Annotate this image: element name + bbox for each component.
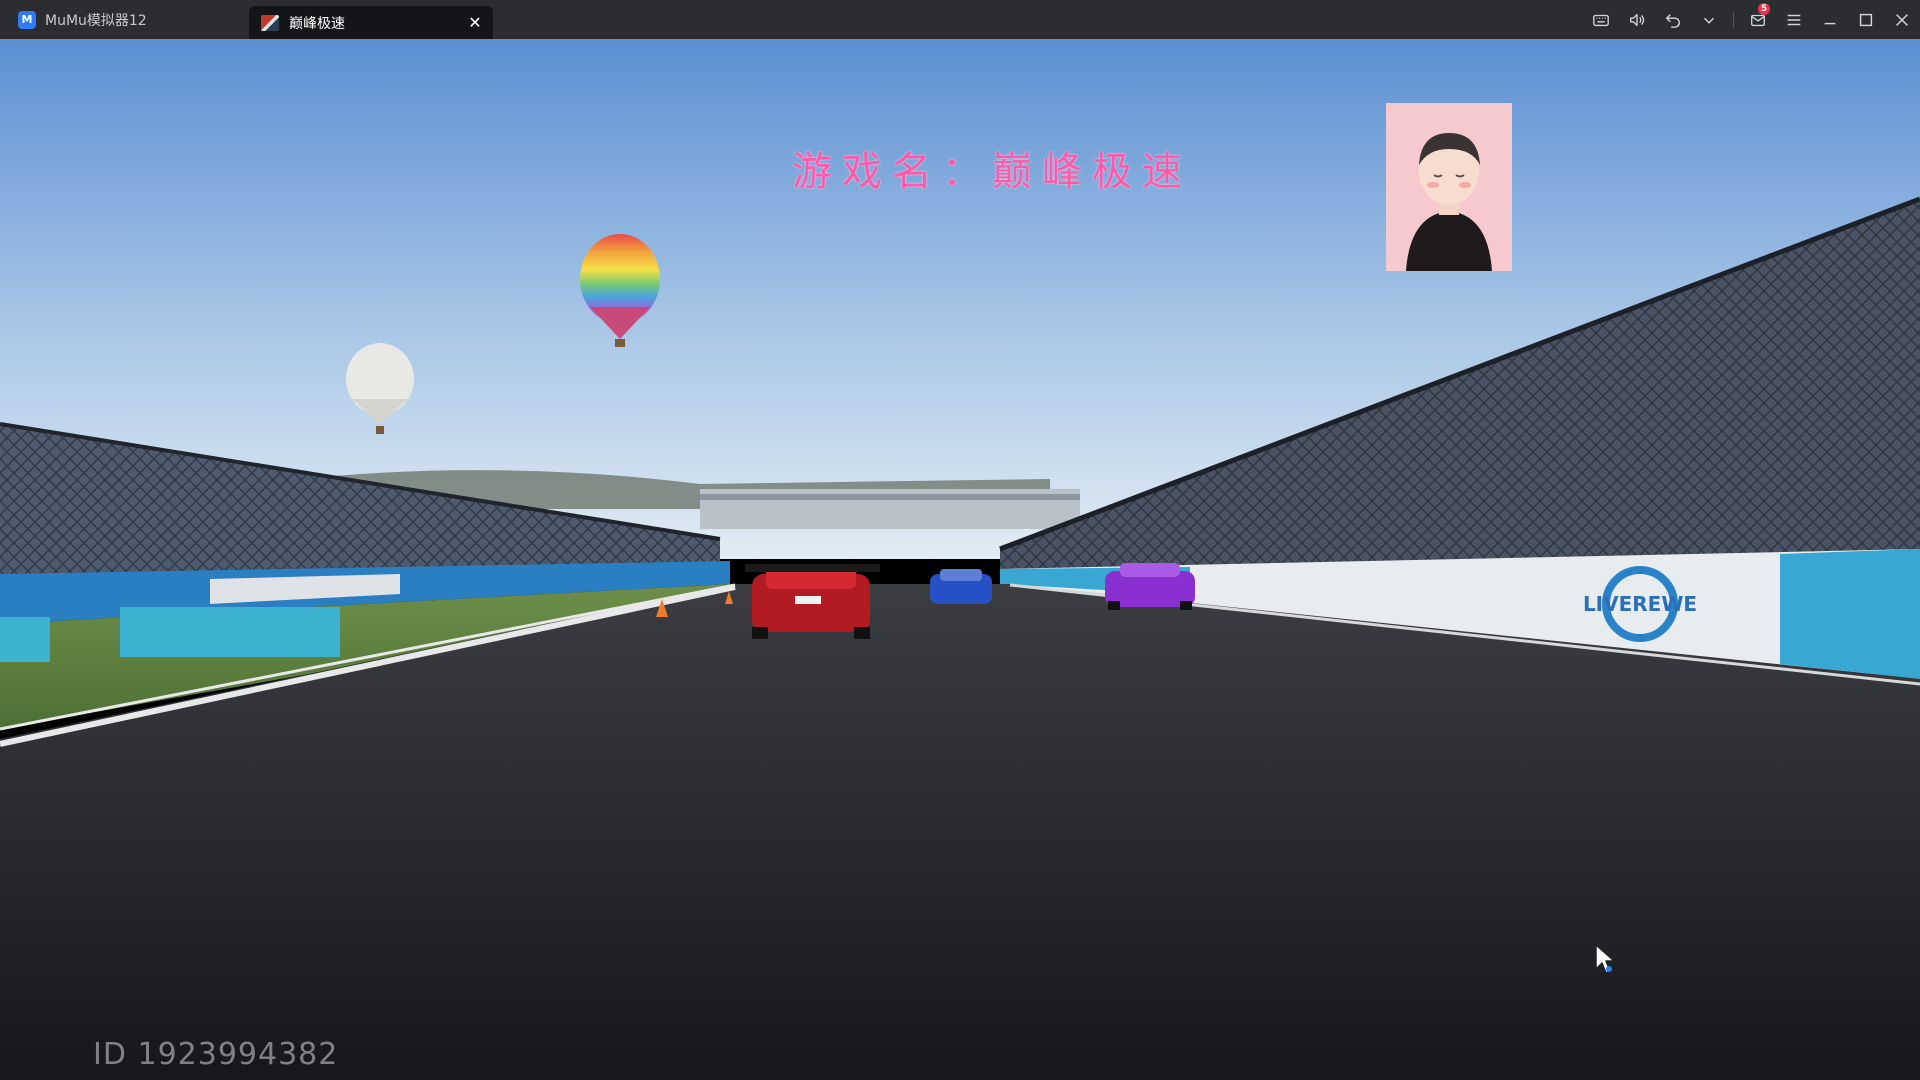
streamer-avatar	[1386, 103, 1512, 271]
mail-icon[interactable]: 5	[1740, 0, 1776, 39]
emulator-title-bar: M MuMu模拟器12 巅峰极速 ✕ 5	[0, 0, 1920, 39]
title-bar-toolbar: 5	[1583, 0, 1920, 39]
toolbar-divider	[1733, 11, 1734, 28]
tab-game[interactable]: 巅峰极速 ✕	[249, 6, 493, 39]
minimize-icon[interactable]	[1812, 0, 1848, 39]
volume-icon[interactable]	[1619, 0, 1655, 39]
keyboard-icon[interactable]	[1583, 0, 1619, 39]
game-name-overlay: 游戏名：巅峰极速	[792, 149, 1192, 195]
chevron-down-icon[interactable]	[1691, 0, 1727, 39]
tab-label: MuMu模拟器12	[45, 12, 147, 29]
tab-mumu-home[interactable]: M MuMu模拟器12	[0, 0, 248, 39]
mumu-logo-icon: M	[18, 10, 36, 29]
back-icon[interactable]	[1655, 0, 1691, 39]
maximize-icon[interactable]	[1848, 0, 1884, 39]
mail-count-badge: 5	[1758, 3, 1770, 15]
user-id-watermark: ID 1923994382	[93, 1037, 339, 1072]
tab-label: 巅峰极速	[289, 15, 345, 32]
close-icon[interactable]	[1884, 0, 1920, 39]
sponsor-banner-text: LIVEREWE	[1583, 592, 1697, 616]
mouse-cursor-icon	[1595, 944, 1615, 974]
menu-icon[interactable]	[1776, 0, 1812, 39]
game-app-icon	[261, 14, 279, 31]
avatar-figure-icon	[1406, 133, 1492, 271]
game-viewport[interactable]: LIVEREWE 游戏名：巅峰极速 ID 1923994382	[0, 39, 1920, 1080]
tab-close-icon[interactable]: ✕	[463, 10, 487, 34]
